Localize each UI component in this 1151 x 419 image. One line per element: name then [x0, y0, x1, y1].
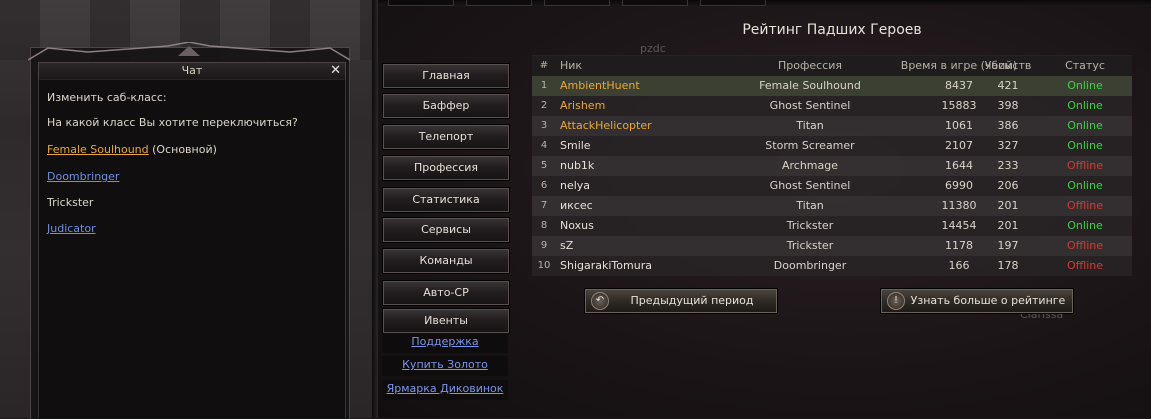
option-doombringer[interactable]: Doombringer — [47, 170, 119, 183]
table-header-row: # Ник Профессия Время в игре (часы) Убий… — [532, 56, 1132, 76]
table-row: 5 nub1k Archmage 1644 233 Offline — [532, 156, 1132, 176]
cell-kills: 197 — [997, 239, 1019, 252]
cell-kills: 201 — [997, 219, 1019, 232]
cell-nick: Smile — [560, 139, 591, 152]
cell-kills: 233 — [997, 159, 1019, 172]
cell-rank: 6 — [540, 180, 548, 191]
table-row: 9 sZ Trickster 1178 197 Offline — [532, 236, 1132, 256]
rating-title: Рейтинг Падших Героев — [742, 22, 922, 38]
menu-button-buffer[interactable]: Баффер — [382, 93, 510, 119]
cell-status: Offline — [1066, 159, 1104, 172]
cell-status: Online — [1067, 99, 1103, 112]
cell-status: Online — [1067, 219, 1103, 232]
menu-button-events[interactable]: Ивенты — [382, 308, 510, 334]
cell-rank: 7 — [540, 200, 548, 211]
chat-option-main: Female Soulhound (Основной) — [47, 143, 217, 156]
cell-status: Online — [1067, 179, 1103, 192]
menu-button-auto-cp[interactable]: Авто-CP — [382, 280, 510, 306]
table-row: 2 Arishem Ghost Sentinel 15883 398 Online — [532, 96, 1132, 116]
cell-rank: 5 — [540, 160, 548, 171]
cell-rank: 4 — [540, 140, 548, 151]
cell-rank: 10 — [537, 260, 551, 271]
previous-period-label: Предыдущий период — [630, 294, 754, 307]
cell-nick: sZ — [560, 239, 574, 252]
chat-title-bar[interactable]: Чат ✕ — [38, 62, 346, 80]
cell-nick: Noxus — [560, 219, 594, 232]
rating-info-label: Узнать больше о рейтинге — [910, 294, 1066, 307]
cell-kills: 327 — [997, 139, 1019, 152]
cell-kills: 386 — [997, 119, 1019, 132]
header-status: Статус — [1065, 59, 1105, 72]
menu-link-support[interactable]: Поддержка — [382, 333, 508, 353]
cell-nick: Arishem — [560, 99, 606, 112]
cell-status: Offline — [1066, 239, 1104, 252]
chat-title: Чат — [181, 64, 203, 77]
top-tab-strip — [378, 0, 1151, 6]
menu-button-statistics[interactable]: Статистика — [382, 187, 510, 213]
table-row: 10 ShigarakiTomura Doombringer 166 178 Offlin… — [532, 256, 1132, 276]
cell-status: Offline — [1066, 199, 1104, 212]
back-arrow-icon: ↶ — [591, 292, 609, 310]
chat-prompt-question: На какой класс Вы хотите переключиться? — [47, 116, 298, 129]
previous-period-button[interactable]: ↶ Предыдущий период — [584, 288, 778, 314]
menu-button-teams[interactable]: Команды — [382, 248, 510, 274]
background-player-name: pzdc — [640, 42, 666, 55]
menu-button-teleport[interactable]: Телепорт — [382, 124, 510, 150]
info-exclamation-icon: ! — [887, 292, 905, 310]
table-row: 4 Smile Storm Screamer 2107 327 Online — [532, 136, 1132, 156]
cell-rank: 3 — [540, 120, 548, 131]
cell-nick: AttackHelicopter — [560, 119, 652, 132]
cell-nick: nub1k — [560, 159, 595, 172]
menu-button-services[interactable]: Сервисы — [382, 217, 510, 243]
option-trickster-current: Trickster — [47, 196, 94, 209]
table-row: 8 Noxus Trickster 14454 201 Online — [532, 216, 1132, 236]
chat-body: Изменить саб-класс: На какой класс Вы хо… — [38, 79, 346, 418]
cell-status: Offline — [1066, 259, 1104, 272]
table-row: 6 nelya Ghost Sentinel 6990 206 Online — [532, 176, 1132, 196]
cell-status: Online — [1067, 79, 1103, 92]
table-row: 1 AmbientHuent Female Soulhound 8437 421 Onli… — [532, 76, 1132, 96]
header-num: # — [539, 60, 549, 71]
rating-info-button[interactable]: ! Узнать больше о рейтинге — [880, 288, 1074, 314]
cell-nick: AmbientHuent — [560, 79, 640, 92]
cell-rank: 8 — [540, 220, 548, 231]
cell-status: Online — [1067, 139, 1103, 152]
header-nick: Ник — [560, 59, 583, 72]
cell-kills: 421 — [997, 79, 1019, 92]
header-kills: Убийств — [984, 59, 1032, 72]
cell-kills: 398 — [997, 99, 1019, 112]
cell-nick: ShigarakiTomura — [560, 259, 652, 272]
menu-button-home[interactable]: Главная — [382, 63, 510, 89]
option-main-suffix: (Основной) — [148, 143, 217, 156]
cell-nick: иксес — [560, 199, 593, 212]
menu-link-buy-gold[interactable]: Купить Золото — [382, 356, 508, 376]
rating-table: # Ник Профессия Время в игре (часы) Убий… — [532, 55, 1132, 276]
table-row: 3 AttackHelicopter Titan 1061 386 Online — [532, 116, 1132, 136]
option-female-soulhound[interactable]: Female Soulhound — [47, 143, 149, 156]
cell-rank: 2 — [540, 100, 548, 111]
cell-kills: 206 — [997, 179, 1019, 192]
option-judicator[interactable]: Judicator — [47, 222, 96, 235]
close-icon[interactable]: ✕ — [330, 63, 341, 79]
cell-kills: 201 — [997, 199, 1019, 212]
cell-rank: 9 — [540, 240, 548, 251]
chat-window-ornament — [28, 42, 350, 61]
cell-nick: nelya — [560, 179, 591, 192]
menu-link-curiosity-fair[interactable]: Ярмарка Диковинок — [382, 380, 508, 400]
menu-button-profession[interactable]: Профессия — [382, 155, 510, 181]
chat-prompt-subclass: Изменить саб-класс: — [47, 91, 167, 104]
cell-kills: 178 — [997, 259, 1019, 272]
cell-status: Online — [1067, 119, 1103, 132]
cell-rank: 1 — [540, 80, 548, 91]
table-row: 7 иксес Titan 11380 201 Offline — [532, 196, 1132, 216]
